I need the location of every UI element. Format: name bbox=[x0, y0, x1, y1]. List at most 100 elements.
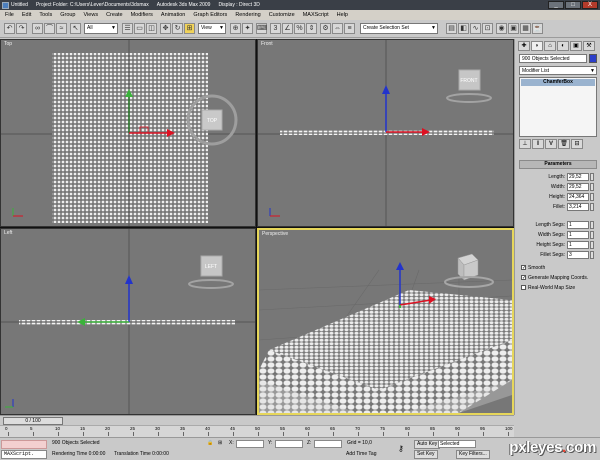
menu-graph-editors[interactable]: Graph Editors bbox=[193, 12, 227, 18]
length-input[interactable]: 29,52 bbox=[567, 173, 589, 181]
width-input[interactable]: 29,52 bbox=[567, 183, 589, 191]
menu-maxscript[interactable]: MAXScript bbox=[303, 12, 329, 18]
maxscript-listener-mini[interactable] bbox=[1, 440, 47, 449]
parameters-rollout[interactable]: Parameters bbox=[519, 160, 597, 169]
length-spinner[interactable] bbox=[590, 173, 594, 181]
create-tab-icon[interactable]: ✚ bbox=[518, 41, 530, 51]
undo-icon[interactable]: ↶ bbox=[4, 23, 15, 34]
viewport-perspective[interactable]: Perspective bbox=[257, 228, 514, 415]
selection-name-field[interactable]: 900 Objects Selected bbox=[519, 54, 587, 63]
checkbox-realworld-box[interactable] bbox=[521, 285, 526, 291]
menu-create[interactable]: Create bbox=[106, 12, 123, 18]
modify-tab-icon[interactable]: ◗ bbox=[531, 41, 543, 51]
motion-tab-icon[interactable]: ◐ bbox=[557, 41, 569, 51]
menu-customize[interactable]: Customize bbox=[269, 12, 295, 18]
viewport-label-perspective[interactable]: Perspective bbox=[262, 231, 288, 237]
schematic-view-icon[interactable]: ⊡ bbox=[482, 23, 493, 34]
reference-coordinate-dropdown[interactable]: View ▼ bbox=[198, 23, 226, 34]
viewport-front[interactable]: FRONT Front bbox=[257, 39, 514, 227]
object-color-swatch[interactable] bbox=[589, 54, 597, 63]
edit-named-selection-icon[interactable]: ⚙ bbox=[320, 23, 331, 34]
bind-space-warp-icon[interactable]: ≈ bbox=[56, 23, 67, 34]
pivot-center-icon[interactable]: ⊕ bbox=[230, 23, 241, 34]
layer-manager-icon[interactable]: ▤ bbox=[446, 23, 457, 34]
rectangular-selection-icon[interactable]: ▭ bbox=[134, 23, 145, 34]
mapping-coords-checkbox[interactable]: ✓ Generate Mapping Coords. bbox=[521, 275, 588, 282]
height-spinner[interactable] bbox=[590, 193, 594, 201]
menu-help[interactable]: Help bbox=[337, 12, 348, 18]
material-editor-icon[interactable]: ◉ bbox=[496, 23, 507, 34]
maxscript-input[interactable]: MAXScript. bbox=[1, 450, 47, 459]
x-coordinate-field[interactable] bbox=[236, 440, 264, 448]
unlink-icon[interactable]: ⌒ bbox=[44, 23, 55, 34]
spinner-snap-icon[interactable]: ⇕ bbox=[306, 23, 317, 34]
auto-key-button[interactable]: Auto Key bbox=[414, 440, 441, 449]
height-segs-spinner[interactable] bbox=[590, 241, 594, 249]
z-coordinate-field[interactable] bbox=[314, 440, 342, 448]
add-time-tag[interactable]: Add Time Tag bbox=[346, 451, 376, 457]
fillet-segs-input[interactable]: 3 bbox=[567, 251, 589, 259]
fillet-input[interactable]: 3,214 bbox=[567, 203, 589, 211]
select-object-icon[interactable]: ↖ bbox=[70, 23, 81, 34]
length-segs-spinner[interactable] bbox=[590, 221, 594, 229]
width-segs-input[interactable]: 1 bbox=[567, 231, 589, 239]
length-segs-input[interactable]: 1 bbox=[567, 221, 589, 229]
real-world-map-checkbox[interactable]: Real-World Map Size bbox=[521, 285, 575, 292]
fillet-segs-spinner[interactable] bbox=[590, 251, 594, 259]
select-scale-icon[interactable]: ⊞ bbox=[184, 23, 195, 34]
fillet-spinner[interactable] bbox=[590, 203, 594, 211]
angle-snap-icon[interactable]: ∠ bbox=[282, 23, 293, 34]
height-segs-input[interactable]: 1 bbox=[567, 241, 589, 249]
menu-views[interactable]: Views bbox=[84, 12, 99, 18]
menu-animation[interactable]: Animation bbox=[161, 12, 185, 18]
viewport-top[interactable]: TOP Top bbox=[0, 39, 256, 227]
key-filters-button[interactable]: Key Filters... bbox=[456, 450, 490, 459]
width-spinner[interactable] bbox=[590, 183, 594, 191]
named-selection-set-dropdown[interactable]: Create Selection Set ▼ bbox=[360, 23, 438, 34]
link-icon[interactable]: ∞ bbox=[32, 23, 43, 34]
height-input[interactable]: 24,364 bbox=[567, 193, 589, 201]
hierarchy-tab-icon[interactable]: ⌂ bbox=[544, 41, 556, 51]
display-tab-icon[interactable]: ▣ bbox=[570, 41, 582, 51]
minimize-button[interactable]: _ bbox=[548, 1, 564, 9]
lock-icon[interactable]: 🔒 bbox=[207, 440, 213, 446]
align-icon[interactable]: ≡ bbox=[344, 23, 355, 34]
maximize-button[interactable]: □ bbox=[565, 1, 581, 9]
width-segs-spinner[interactable] bbox=[590, 231, 594, 239]
set-key-button[interactable]: Set Key bbox=[414, 450, 438, 459]
redo-icon[interactable]: ↷ bbox=[16, 23, 27, 34]
time-slider[interactable]: 0 / 100 bbox=[3, 417, 63, 425]
select-move-icon[interactable]: ✥ bbox=[160, 23, 171, 34]
window-crossing-icon[interactable]: ◫ bbox=[146, 23, 157, 34]
menu-rendering[interactable]: Rendering bbox=[235, 12, 260, 18]
keyboard-shortcut-icon[interactable]: ⌨ bbox=[256, 23, 267, 34]
checkbox-smooth-box[interactable]: ✓ bbox=[521, 265, 526, 271]
pin-stack-icon[interactable]: ⊥ bbox=[519, 139, 531, 149]
render-setup-icon[interactable]: ▣ bbox=[508, 23, 519, 34]
y-coordinate-field[interactable] bbox=[275, 440, 303, 448]
app-icon[interactable] bbox=[2, 1, 9, 9]
mirror-icon[interactable]: ⇔ bbox=[332, 23, 343, 34]
show-end-result-icon[interactable]: ‖ bbox=[532, 139, 544, 149]
key-filter-selection-dropdown[interactable]: Selected bbox=[438, 440, 476, 448]
curve-editor-icon[interactable]: ∿ bbox=[470, 23, 481, 34]
viewport-label-top[interactable]: Top bbox=[4, 41, 12, 47]
stack-item-chamferbox[interactable]: ChamferBox bbox=[521, 79, 595, 86]
make-unique-icon[interactable]: ∀ bbox=[545, 139, 557, 149]
rendered-frame-icon[interactable]: ▦ bbox=[520, 23, 531, 34]
trackbar[interactable]: 0 5 10 15 20 25 30 35 40 45 50 55 60 65 70 75 80 85 90 95 10… bbox=[0, 425, 514, 437]
close-button[interactable]: X bbox=[582, 1, 598, 9]
configure-sets-icon[interactable]: ⊟ bbox=[571, 139, 583, 149]
menu-tools[interactable]: Tools bbox=[39, 12, 52, 18]
selection-filter-dropdown[interactable]: All ▼ bbox=[84, 23, 118, 34]
menu-edit[interactable]: Edit bbox=[22, 12, 31, 18]
key-icon[interactable]: ⚷ bbox=[398, 444, 404, 453]
menu-modifiers[interactable]: Modifiers bbox=[131, 12, 153, 18]
utilities-tab-icon[interactable]: ⚒ bbox=[583, 41, 595, 51]
viewport-left[interactable]: LEFT Left bbox=[0, 228, 256, 415]
menu-file[interactable]: File bbox=[5, 12, 14, 18]
quick-render-icon[interactable]: ☕ bbox=[532, 23, 543, 34]
absolute-mode-icon[interactable]: ⊞ bbox=[218, 440, 222, 446]
remove-modifier-icon[interactable]: 🗑 bbox=[558, 139, 570, 149]
menu-group[interactable]: Group bbox=[60, 12, 75, 18]
